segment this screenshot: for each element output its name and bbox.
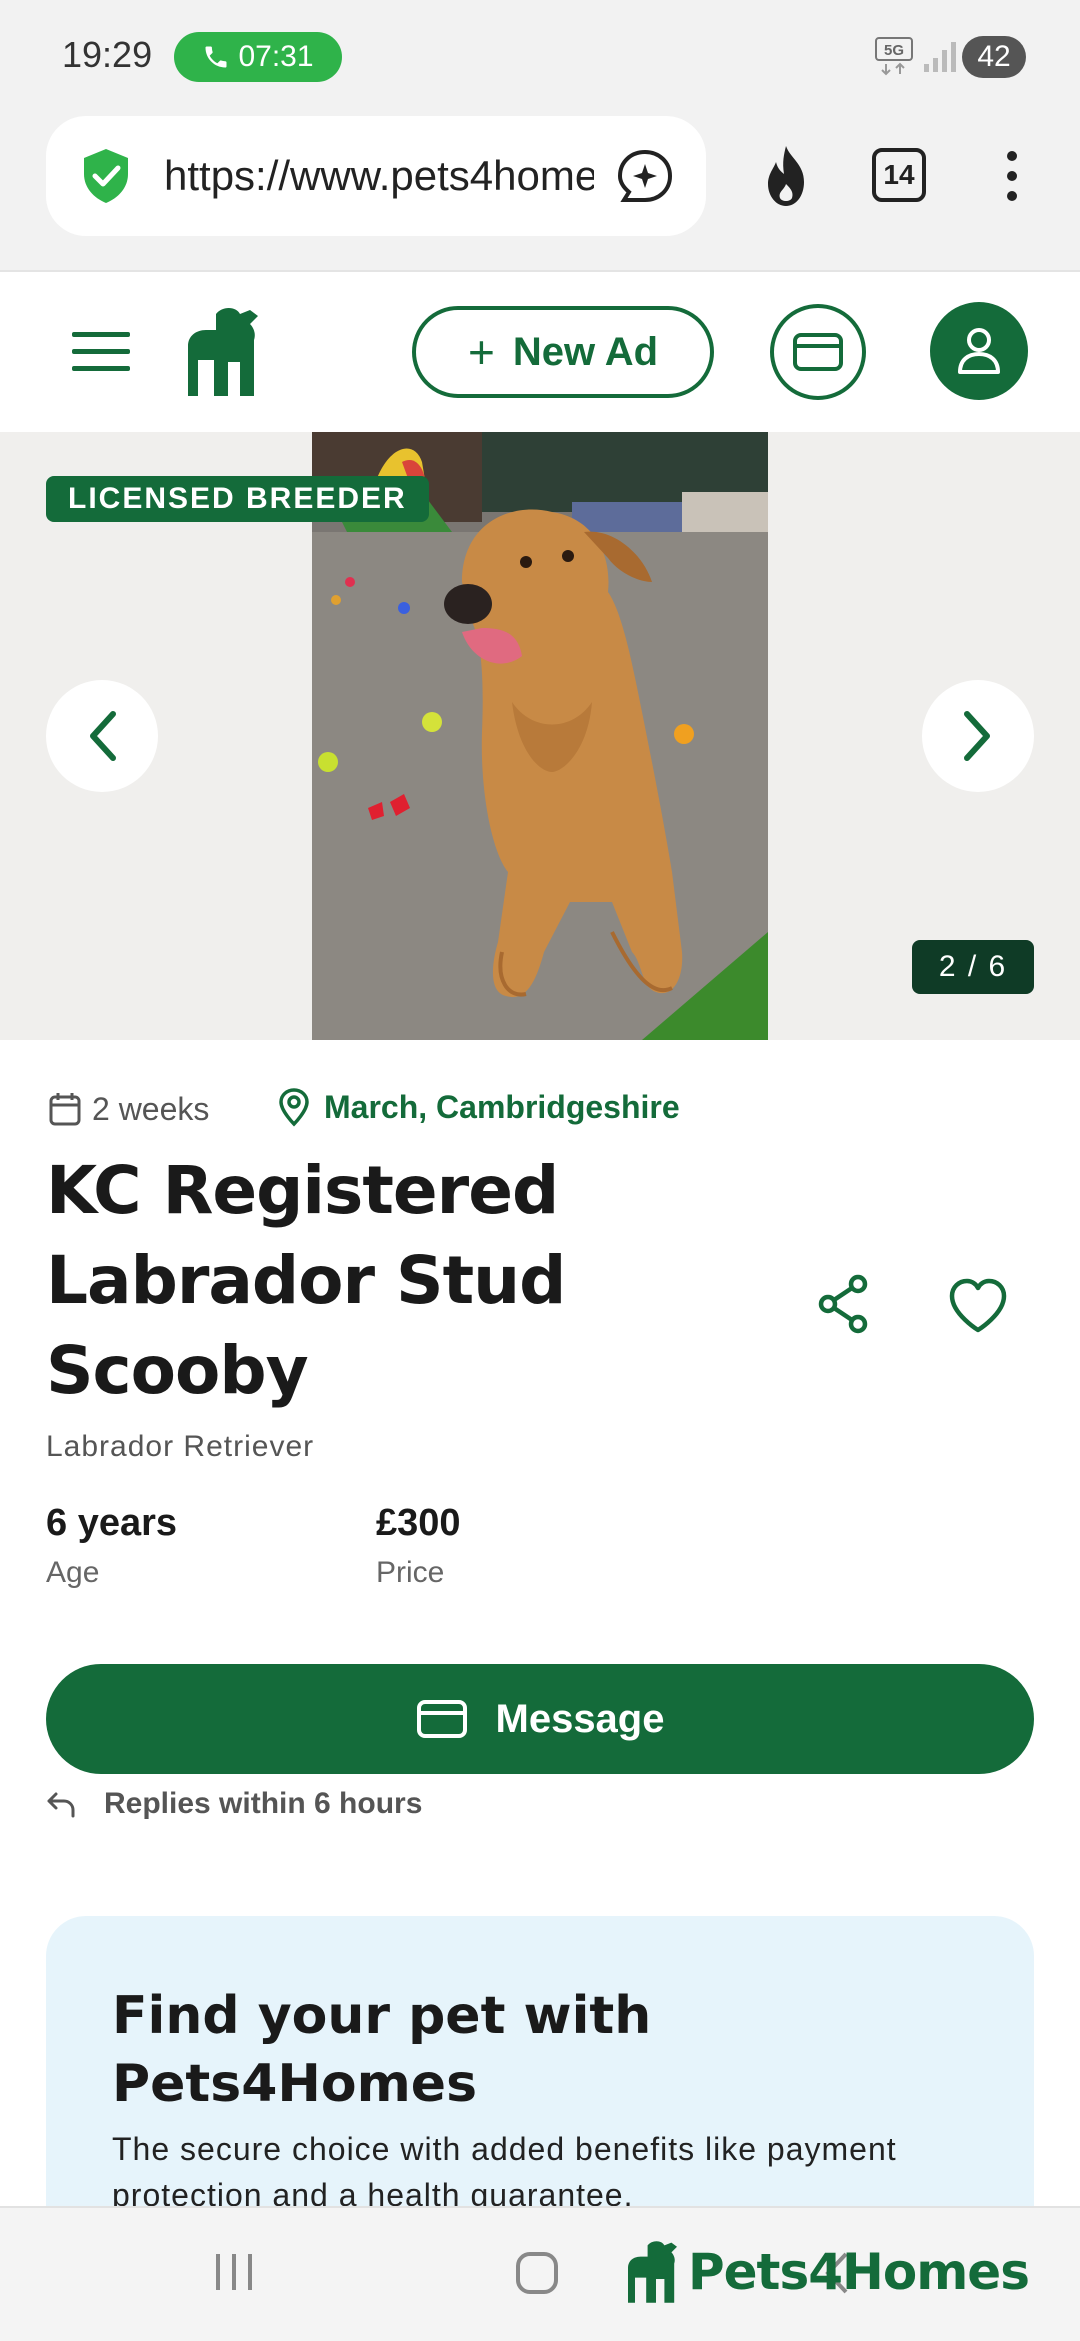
user-icon <box>958 328 1000 374</box>
mail-icon <box>793 333 843 371</box>
licensed-breeder-badge: LICENSED BREEDER <box>46 476 429 522</box>
age-value: 6 years <box>46 1502 178 1544</box>
promo-body: The secure choice with added benefits li… <box>112 2131 897 2213</box>
heart-icon[interactable] <box>948 1278 1008 1334</box>
logo-icon <box>628 2241 677 2303</box>
new-ad-label: New Ad <box>512 329 659 374</box>
account-button[interactable] <box>930 302 1028 400</box>
promo-title: Find your pet with Pets4Homes <box>112 1986 652 2114</box>
posted-age-text: 2 weeks <box>92 1090 210 1127</box>
reply-time: Replies within 6 hours <box>46 1784 422 1824</box>
assistant-icon[interactable] <box>616 148 674 206</box>
location[interactable]: March, Cambridgeshire <box>278 1086 680 1128</box>
status-time: 19:29 <box>62 34 153 75</box>
call-indicator[interactable]: 07:31 <box>174 32 342 82</box>
location-text: March, Cambridgeshire <box>324 1088 680 1125</box>
listing-title: KC Registered Labrador Stud Scooby <box>46 1152 566 1409</box>
logo-icon[interactable] <box>188 306 268 398</box>
home-icon[interactable] <box>514 2250 560 2296</box>
battery-indicator: 42 <box>962 36 1026 78</box>
brand-logo[interactable]: Pets4Homes <box>628 2232 1030 2312</box>
reply-time-text: Replies within 6 hours <box>104 1787 423 1820</box>
posted-age: 2 weeks <box>48 1088 209 1130</box>
gallery-counter: 2 / 6 <box>912 940 1034 994</box>
reply-icon <box>47 1792 75 1818</box>
share-icon[interactable] <box>816 1274 872 1334</box>
price-value: £300 <box>376 1502 461 1544</box>
calendar-icon <box>49 1093 81 1126</box>
age-label: Age <box>46 1556 100 1589</box>
shield-check-icon[interactable] <box>76 146 136 206</box>
location-pin-icon <box>279 1088 309 1127</box>
fire-icon[interactable] <box>756 144 816 208</box>
signal-bars-icon <box>924 42 956 72</box>
mail-icon <box>416 1700 467 1738</box>
breed: Labrador Retriever <box>46 1430 315 1463</box>
network-label: 5G <box>884 42 904 59</box>
message-button[interactable]: Message <box>46 1664 1034 1774</box>
listing-photo[interactable] <box>312 432 768 1040</box>
plus-icon: + <box>467 326 495 378</box>
message-label: Message <box>495 1696 665 1741</box>
menu-dots-icon[interactable] <box>1000 146 1024 206</box>
brand-text: Pets4Homes <box>688 2243 1030 2301</box>
gallery-next-button[interactable] <box>922 680 1034 792</box>
hamburger-icon[interactable] <box>72 330 130 374</box>
phone-icon <box>205 46 227 68</box>
new-ad-button[interactable]: + New Ad <box>412 306 714 398</box>
status-bar <box>0 0 1080 112</box>
price-label: Price <box>376 1556 445 1589</box>
network-5g-icon: 5G <box>875 37 913 76</box>
tabs-icon[interactable]: 14 <box>872 148 926 202</box>
messages-button[interactable] <box>770 304 866 400</box>
recents-icon[interactable] <box>212 2250 258 2294</box>
call-timer: 07:31 <box>238 40 314 73</box>
chevron-left-icon <box>90 711 116 761</box>
gallery-prev-button[interactable] <box>46 680 158 792</box>
chevron-right-icon <box>964 711 990 761</box>
url-text[interactable]: https://www.pets4homes.co.uk <box>164 152 594 200</box>
